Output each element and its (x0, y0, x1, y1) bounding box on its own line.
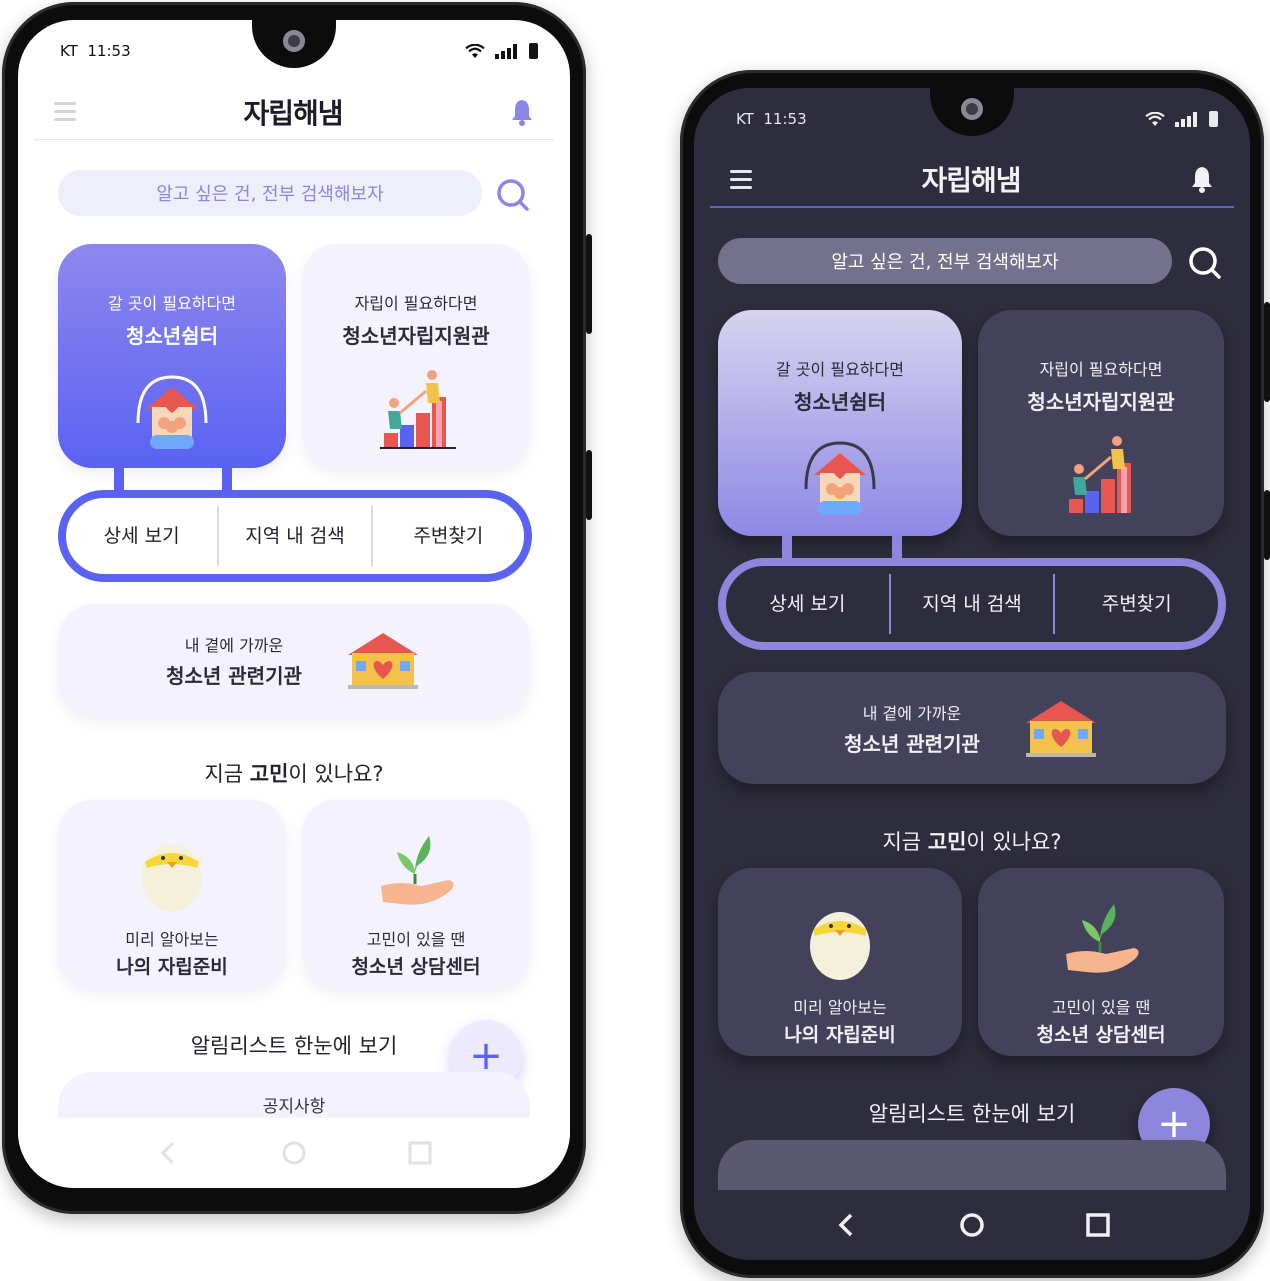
system-nav-bar (18, 1118, 570, 1188)
app-logo: 자립해냄 (921, 164, 1021, 197)
power-button (586, 450, 592, 520)
question-pre: 지금 (882, 830, 928, 854)
prep-sub: 미리 알아보는 (125, 930, 219, 949)
nearby-title: 청소년 관련기관 (166, 663, 302, 688)
phone-light-mode: KT 11:53 자립해냄 알고 싶은 건, 전부 검색해보자 갈 곳이 필요하… (2, 2, 592, 1214)
hand-sprout-icon (1066, 904, 1139, 973)
search-input[interactable]: 알고 싶은 건, 전부 검색해보자 (58, 170, 482, 216)
counseling-sub: 고민이 있을 땐 (366, 930, 466, 949)
search-placeholder: 알고 싶은 건, 전부 검색해보자 (831, 252, 1059, 273)
battery-icon (1209, 111, 1218, 127)
search-placeholder: 알고 싶은 건, 전부 검색해보자 (156, 184, 384, 205)
search-input[interactable]: 알고 싶은 건, 전부 검색해보자 (718, 238, 1172, 284)
question-post: 이 있나요? (288, 762, 384, 786)
detail-view-button[interactable]: 상세 보기 (726, 578, 889, 630)
phone-dark-mode: KT 11:53 자립해냄 알고 싶은 건, 전부 검색해보자 갈 곳이 필요하… (680, 70, 1270, 1278)
independence-card-sub: 자립이 필요하다면 (1039, 360, 1163, 379)
shelter-actions: 상세 보기 지역 내 검색 주변찾기 (718, 558, 1226, 650)
counseling-title: 청소년 상담센터 (351, 956, 481, 978)
regional-search-button[interactable]: 지역 내 검색 (891, 578, 1054, 630)
system-nav-bar (694, 1190, 1250, 1260)
climbing-bars-icon (1069, 436, 1131, 513)
independence-center-card[interactable]: 자립이 필요하다면 청소년자립지원관 (978, 310, 1224, 536)
heart-house-icon (347, 633, 418, 689)
nearby-sub: 내 곁에 가까운 (862, 703, 962, 723)
search-icon[interactable] (1188, 246, 1222, 280)
prep-sub: 미리 알아보는 (793, 998, 887, 1017)
volume-button (586, 234, 592, 334)
wifi-icon (1145, 111, 1165, 126)
independence-center-card[interactable]: 자립이 필요하다면 청소년자립지원관 (302, 244, 530, 468)
shelter-house-icon (804, 441, 876, 515)
shelter-card-sub: 갈 곳이 필요하다면 (108, 294, 236, 313)
nearby-title: 청소년 관련기관 (844, 731, 980, 756)
question-heading: 지금 고민이 있나요? (694, 826, 1250, 856)
shelter-card-title: 청소년쉼터 (794, 390, 886, 414)
back-icon[interactable] (831, 1210, 861, 1240)
screen: KT 11:53 자립해냄 알고 싶은 건, 전부 검색해보자 갈 곳이 필요하… (18, 20, 570, 1188)
find-nearby-button[interactable]: 주변찾기 (1055, 578, 1218, 630)
nearby-institutions-card[interactable]: 내 곁에 가까운 청소년 관련기관 (58, 604, 530, 716)
carrier: KT (60, 42, 78, 60)
shelter-card-title: 청소년쉼터 (126, 324, 218, 348)
carrier: KT (736, 110, 754, 128)
independence-card-title: 청소년자립지원관 (342, 324, 490, 348)
climbing-bars-icon (380, 370, 456, 449)
notice-label: 공지사항 (262, 1097, 326, 1117)
shelter-house-icon (136, 375, 208, 449)
detail-view-button[interactable]: 상세 보기 (66, 510, 217, 562)
clock: 11:53 (87, 42, 131, 60)
question-bold: 고민 (249, 762, 289, 786)
app-logo: 자립해냄 (243, 96, 343, 130)
signal-icon (495, 43, 517, 59)
question-bold: 고민 (927, 830, 967, 854)
heart-house-icon (1025, 701, 1096, 757)
counseling-title: 청소년 상담센터 (1036, 1024, 1166, 1046)
counseling-center-card[interactable]: 고민이 있을 땐 청소년 상담센터 (978, 868, 1224, 1056)
clock: 11:53 (763, 110, 807, 128)
battery-icon (529, 43, 538, 59)
shelter-actions: 상세 보기 지역 내 검색 주변찾기 (58, 490, 532, 582)
nearby-institutions-card[interactable]: 내 곁에 가까운 청소년 관련기관 (718, 672, 1226, 784)
hatching-egg-icon (810, 912, 870, 980)
question-heading: 지금 고민이 있나요? (18, 758, 570, 788)
independence-prep-card[interactable]: 미리 알아보는 나의 자립준비 (718, 868, 962, 1056)
shelter-card[interactable]: 갈 곳이 필요하다면 청소년쉼터 (718, 310, 962, 536)
signal-icon (1175, 111, 1197, 127)
prep-title: 나의 자립준비 (784, 1024, 896, 1046)
home-icon[interactable] (279, 1138, 309, 1168)
hand-sprout-icon (381, 836, 454, 905)
shelter-card-sub: 갈 곳이 필요하다면 (776, 360, 904, 379)
app-header: 자립해냄 (34, 84, 554, 140)
hatching-egg-icon (142, 844, 202, 912)
camera-icon (961, 98, 983, 120)
find-nearby-button[interactable]: 주변찾기 (373, 510, 524, 562)
prep-title: 나의 자립준비 (116, 956, 228, 978)
recent-apps-icon[interactable] (1083, 1210, 1113, 1240)
home-icon[interactable] (957, 1210, 987, 1240)
power-button (1264, 490, 1270, 560)
independence-card-sub: 자립이 필요하다면 (354, 294, 478, 313)
independence-card-title: 청소년자립지원관 (1027, 390, 1175, 414)
shelter-card[interactable]: 갈 곳이 필요하다면 청소년쉼터 (58, 244, 286, 468)
app-header: 자립해냄 (710, 152, 1234, 208)
screen: KT 11:53 자립해냄 알고 싶은 건, 전부 검색해보자 갈 곳이 필요하… (694, 88, 1250, 1260)
camera-icon (283, 30, 305, 52)
menu-icon[interactable] (730, 169, 752, 189)
menu-icon[interactable] (54, 102, 76, 121)
counseling-sub: 고민이 있을 땐 (1051, 998, 1151, 1017)
recent-apps-icon[interactable] (405, 1138, 435, 1168)
question-post: 이 있나요? (966, 830, 1062, 854)
independence-prep-card[interactable]: 미리 알아보는 나의 자립준비 (58, 800, 286, 988)
regional-search-button[interactable]: 지역 내 검색 (219, 510, 370, 562)
bell-icon[interactable] (510, 98, 534, 126)
wifi-icon (465, 43, 485, 58)
volume-button (1264, 302, 1270, 402)
question-pre: 지금 (204, 762, 250, 786)
nearby-sub: 내 곁에 가까운 (184, 635, 284, 655)
counseling-center-card[interactable]: 고민이 있을 땐 청소년 상담센터 (302, 800, 530, 988)
bell-icon[interactable] (1190, 165, 1214, 193)
back-icon[interactable] (153, 1138, 183, 1168)
search-icon[interactable] (496, 178, 530, 212)
